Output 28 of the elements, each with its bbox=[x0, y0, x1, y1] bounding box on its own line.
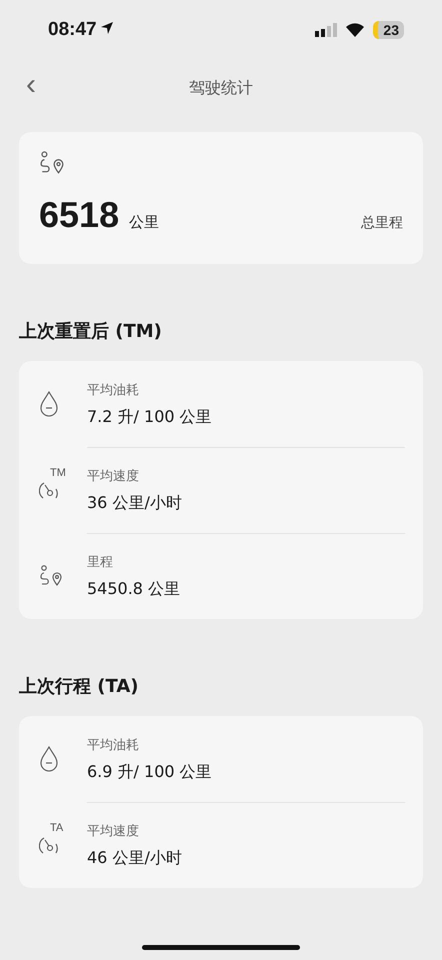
stat-value: 46 公里/小时 bbox=[87, 848, 182, 868]
total-label: 总里程 bbox=[361, 214, 403, 232]
mode-label: TM bbox=[50, 467, 66, 479]
back-button[interactable]: ‹ bbox=[20, 70, 42, 100]
total-unit: 公里 bbox=[129, 213, 160, 232]
wifi-icon bbox=[345, 23, 366, 37]
battery-level: 23 bbox=[373, 21, 404, 39]
mode-label: TA bbox=[50, 822, 64, 834]
droplet-icon bbox=[39, 391, 59, 417]
location-icon bbox=[100, 21, 114, 35]
status-time: 08:47 bbox=[48, 19, 114, 41]
stat-value: 36 公里/小时 bbox=[87, 492, 182, 514]
page-title: 驾驶统计 bbox=[189, 78, 253, 98]
signal-icon bbox=[315, 23, 338, 37]
total-value: 6518 bbox=[39, 194, 120, 236]
stat-value: 6.9 升/ 100 公里 bbox=[87, 762, 212, 782]
route-icon bbox=[39, 564, 63, 588]
droplet-icon bbox=[39, 746, 59, 772]
route-icon bbox=[39, 150, 65, 176]
section-title: 上次行程 (TA) bbox=[19, 675, 140, 698]
stat-value: 5450.8 公里 bbox=[87, 578, 180, 600]
stat-label: 平均油耗 bbox=[87, 736, 140, 754]
section-title: 上次重置后 (TM) bbox=[19, 320, 163, 343]
stat-value: 7.2 升/ 100 公里 bbox=[87, 406, 212, 428]
stat-label: 平均速度 bbox=[87, 468, 140, 484]
stat-label: 里程 bbox=[87, 554, 114, 570]
stat-label: 平均油耗 bbox=[87, 382, 140, 398]
stat-label: 平均速度 bbox=[87, 822, 140, 840]
